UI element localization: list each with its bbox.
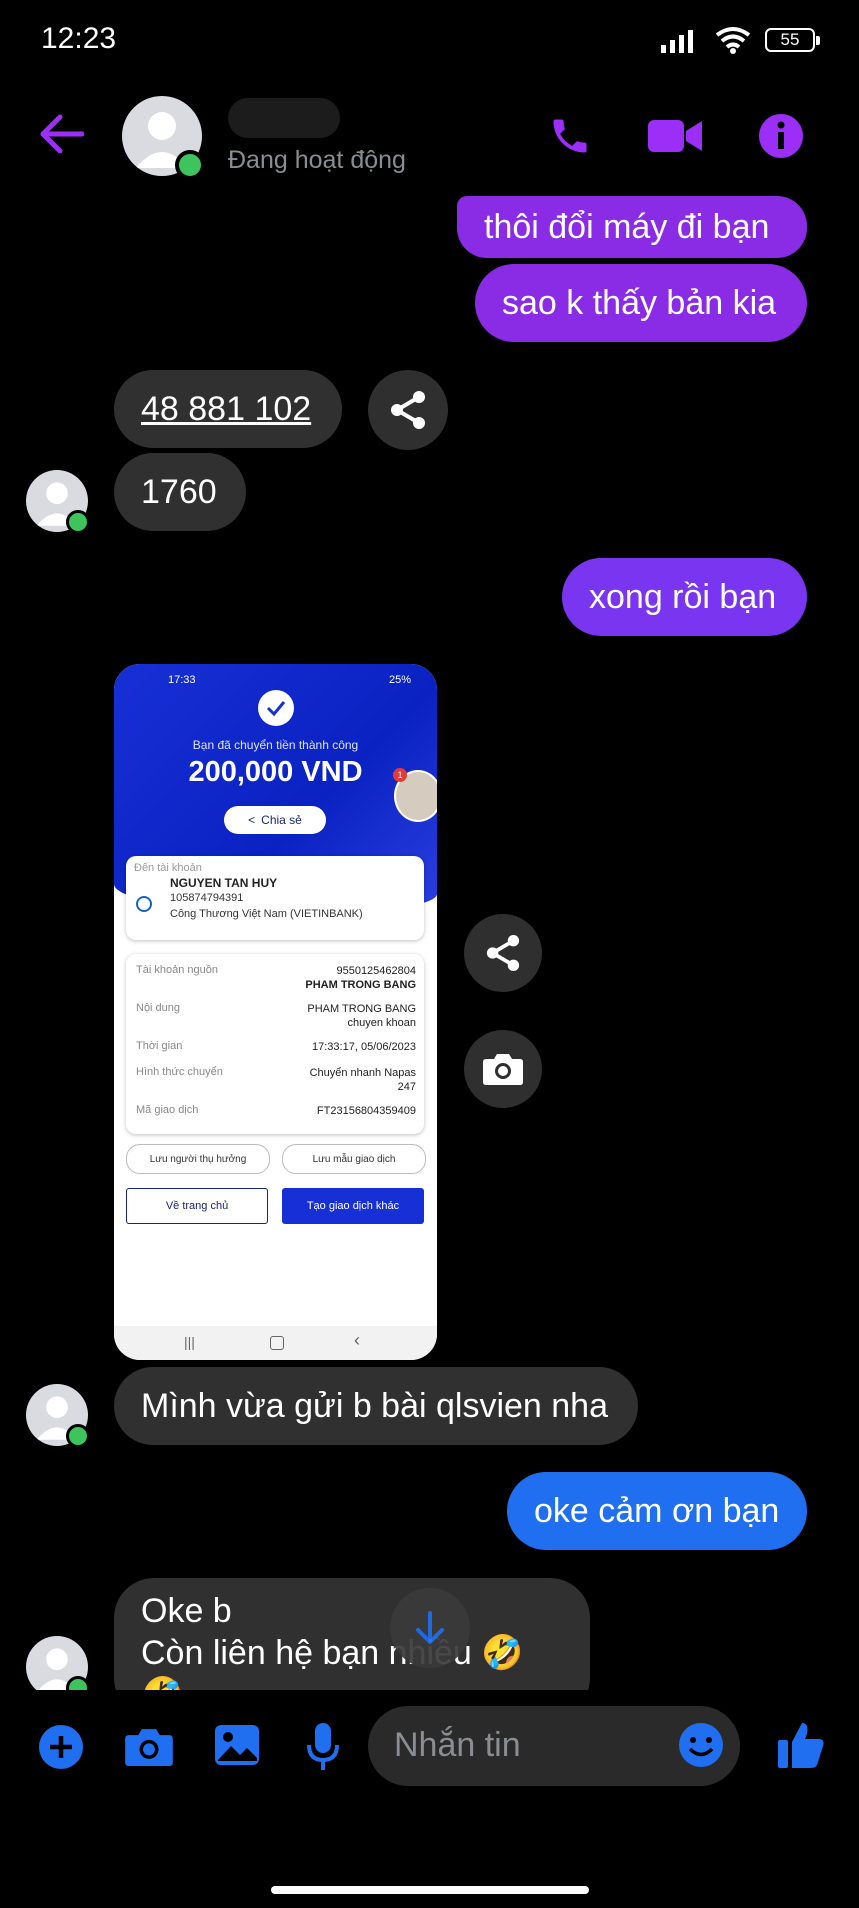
detail-value: PHAM TRONG BANG chuyen khoan <box>307 1003 416 1029</box>
wifi-icon <box>715 27 751 54</box>
online-indicator <box>66 510 90 534</box>
detail-label: Nội dung <box>136 1002 181 1014</box>
save-template-button: Lưu mẫu giao dịch <box>282 1144 426 1174</box>
detail-label: Mã giao dịch <box>136 1104 199 1116</box>
shared-image-transfer-receipt[interactable]: 17:33 25% Bạn đã chuyển tiền thành công … <box>114 664 437 1360</box>
message-input-placeholder: Nhắn tin <box>394 1726 521 1764</box>
message-text: sao k thấy bản kia <box>502 284 777 322</box>
share-icon: < <box>248 813 256 827</box>
back-nav-icon: ‹ <box>354 1330 360 1350</box>
bank-logo-icon <box>136 896 152 912</box>
home-nav-icon <box>270 1336 284 1350</box>
online-indicator <box>66 1676 90 1690</box>
camera-icon <box>483 1054 523 1085</box>
message-received[interactable]: Mình vừa gửi b bài qlsvien nha <box>114 1367 638 1445</box>
save-beneficiary-button: Lưu người thụ hưởng <box>126 1144 270 1174</box>
image-battery: 25% <box>389 674 412 686</box>
detail-value: Chuyển nhanh Napas 247 <box>309 1067 416 1093</box>
recipient-bank: Công Thương Việt Nam (VIETINBANK) <box>170 908 363 920</box>
online-indicator <box>66 1424 90 1448</box>
recents-icon: ||| <box>184 1334 195 1350</box>
info-icon[interactable] <box>758 113 804 159</box>
message-text: 1760 <box>141 473 217 511</box>
image-share-button: < Chia sẻ <box>224 806 326 834</box>
message-received-link[interactable]: 48 881 102 <box>114 370 342 448</box>
scroll-to-bottom-button[interactable] <box>390 1588 470 1668</box>
success-check-icon <box>258 690 294 726</box>
detail-label: Hình thức chuyển <box>136 1066 223 1078</box>
detail-value: 17:33:17, 05/06/2023 <box>312 1041 416 1053</box>
share-icon <box>391 391 425 429</box>
share-label: Chia sẻ <box>261 813 302 827</box>
recipient-name: NGUYEN TAN HUY <box>170 876 278 890</box>
status-icons: 55 <box>661 26 820 54</box>
image-nav-bar: ||| ‹ <box>114 1326 437 1360</box>
contact-name-redacted[interactable] <box>228 98 340 138</box>
gallery-icon[interactable] <box>214 1724 260 1766</box>
battery-indicator: 55 <box>765 28 820 52</box>
add-icon[interactable] <box>38 1724 84 1770</box>
message-text: Mình vừa gửi b bài qlsvien nha <box>141 1387 609 1425</box>
new-transaction-button: Tạo giao dịch khác <box>282 1188 424 1224</box>
online-indicator <box>175 150 205 180</box>
recipient-card: Đến tài khoản NGUYEN TAN HUY 10587479439… <box>126 856 424 940</box>
message-clip-area: Oke b Còn liên hệ bạn nhiều 🤣🤣 <box>0 1570 859 1690</box>
like-thumb-icon[interactable] <box>776 1720 826 1770</box>
success-text: Bạn đã chuyển tiền thành công <box>192 738 359 752</box>
share-image-button[interactable] <box>464 914 542 992</box>
detail-value: FT23156804359409 <box>316 1105 416 1117</box>
home-button: Về trang chủ <box>126 1188 268 1224</box>
back-arrow-icon[interactable] <box>38 114 84 154</box>
message-text: xong rồi bạn <box>589 578 777 616</box>
recipient-account: 105874794391 <box>170 892 244 904</box>
message-received[interactable]: 1760 <box>114 453 246 531</box>
camera-reply-button[interactable] <box>464 1030 542 1108</box>
message-sent[interactable]: oke cảm ơn bạn <box>507 1472 807 1550</box>
signal-icon <box>661 30 693 53</box>
status-time: 12:23 <box>41 22 117 55</box>
video-call-icon[interactable] <box>648 117 702 155</box>
emoji-icon[interactable] <box>678 1722 724 1768</box>
notification-badge: 1 <box>393 768 407 782</box>
transaction-details-card: Tài khoản nguồn 9550125462804 PHAM TRONG … <box>126 954 424 1134</box>
detail-label: Tài khoản nguồn <box>136 964 218 976</box>
phone-call-icon[interactable] <box>548 114 592 158</box>
message-sent[interactable]: thôi đổi máy đi bạn <box>457 196 807 258</box>
phone-number-link[interactable]: 48 881 102 <box>141 388 311 430</box>
system-home-indicator[interactable] <box>271 1886 589 1894</box>
transfer-amount: 200,000 VND <box>188 756 363 788</box>
microphone-icon[interactable] <box>306 1722 340 1772</box>
message-sent[interactable]: xong rồi bạn <box>562 558 807 636</box>
message-text: oke cảm ơn bạn <box>534 1492 780 1530</box>
to-account-label: Đến tài khoản <box>134 862 202 874</box>
message-text: thôi đổi máy đi bạn <box>484 208 770 246</box>
share-button[interactable] <box>368 370 448 450</box>
message-sent[interactable]: sao k thấy bản kia <box>475 264 807 342</box>
contact-status: Đang hoạt động <box>228 146 406 174</box>
message-text: Còn liên hệ bạn nhiều 🤣🤣 <box>141 1634 524 1690</box>
image-status-time: 17:33 <box>168 674 196 686</box>
message-text: Oke b <box>141 1592 232 1630</box>
detail-label: Thời gian <box>136 1040 183 1052</box>
arrow-down-icon <box>416 1611 444 1644</box>
share-icon <box>486 935 520 971</box>
message-received[interactable]: Oke b Còn liên hệ bạn nhiều 🤣🤣 <box>114 1578 590 1690</box>
camera-icon[interactable] <box>124 1726 174 1768</box>
detail-value: 9550125462804 PHAM TRONG BANG <box>305 965 416 991</box>
